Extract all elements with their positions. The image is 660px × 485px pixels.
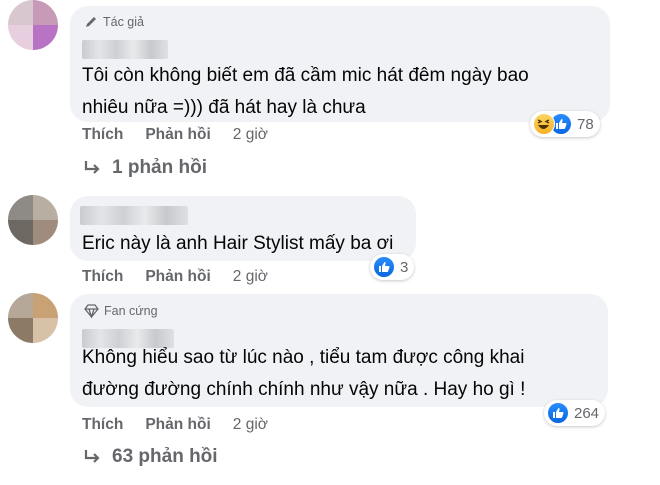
comment-text: Không hiểu sao từ lúc nào , tiểu tam đượ… (82, 347, 526, 400)
commenter-name[interactable] (80, 206, 188, 225)
timestamp[interactable]: 2 giờ (233, 416, 268, 434)
like-icon (373, 256, 395, 278)
like-button[interactable]: Thích (82, 268, 123, 286)
comment-text: Tôi còn không biết em đã cầm mic hát đêm… (82, 65, 529, 118)
comment-actions: Thích Phản hồi 2 giờ (82, 268, 268, 286)
reaction-summary[interactable]: 264 (544, 400, 606, 426)
badge-label: Tác giả (103, 15, 144, 29)
author-badge: Tác giả (84, 15, 144, 29)
reply-button[interactable]: Phản hồi (145, 416, 210, 434)
reaction-summary[interactable]: 3 (370, 254, 415, 280)
comment-text: Eric này là anh Hair Stylist mấy ba ơi (82, 233, 394, 254)
view-replies-link[interactable]: 1 phản hồi (84, 157, 207, 179)
reaction-summary[interactable]: 78 (530, 111, 600, 137)
like-icon (547, 402, 569, 424)
reply-arrow-icon (84, 450, 100, 463)
commenter-name[interactable] (82, 40, 168, 59)
like-button[interactable]: Thích (82, 126, 123, 144)
comment-actions: Thích Phản hồi 2 giờ (82, 126, 268, 144)
reaction-count: 264 (574, 404, 600, 422)
commenter-avatar[interactable] (8, 0, 58, 50)
commenter-avatar[interactable] (8, 195, 58, 245)
reaction-count: 78 (577, 115, 594, 133)
reply-arrow-icon (84, 161, 100, 174)
reaction-count: 3 (400, 258, 409, 276)
badge-label: Fan cứng (104, 304, 158, 318)
haha-icon (533, 113, 555, 135)
reply-button[interactable]: Phản hồi (145, 268, 210, 286)
diamond-icon (84, 304, 99, 318)
like-button[interactable]: Thích (82, 416, 123, 434)
view-replies-link[interactable]: 63 phản hồi (84, 446, 218, 468)
reply-button[interactable]: Phản hồi (145, 126, 210, 144)
top-fan-badge: Fan cứng (84, 304, 158, 318)
timestamp[interactable]: 2 giờ (233, 268, 268, 286)
commenter-avatar[interactable] (8, 293, 58, 343)
timestamp[interactable]: 2 giờ (233, 126, 268, 144)
pen-icon (86, 17, 96, 27)
comment-actions: Thích Phản hồi 2 giờ (82, 416, 268, 434)
